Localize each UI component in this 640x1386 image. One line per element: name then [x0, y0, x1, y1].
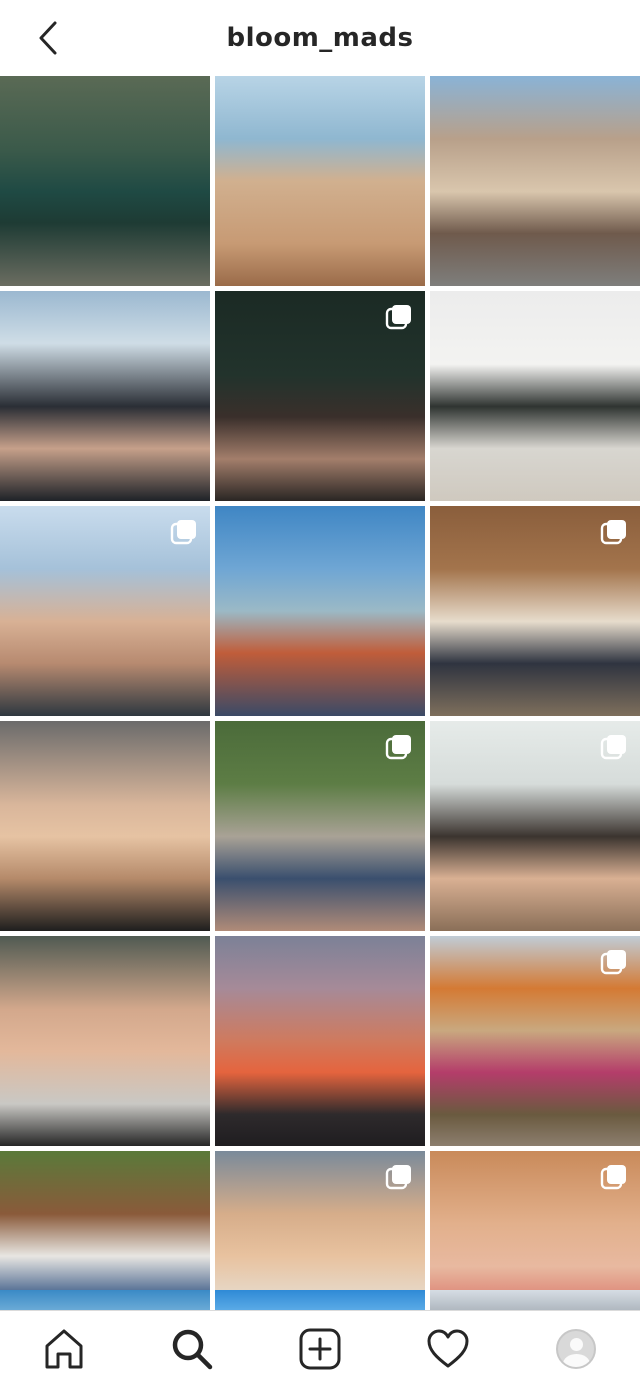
nav-search[interactable]	[160, 1317, 224, 1381]
back-button[interactable]	[28, 18, 68, 58]
search-icon	[172, 1329, 213, 1369]
post-backyard-hug[interactable]	[215, 721, 425, 931]
post-couple-selfie[interactable]	[0, 936, 210, 1146]
post-beach-selfie[interactable]	[0, 506, 210, 716]
multiple-photos-icon	[385, 733, 413, 761]
new-post-icon	[299, 1328, 341, 1369]
post-sunset-sky[interactable]	[215, 936, 425, 1146]
post-waterfall-swim[interactable]	[0, 76, 210, 286]
post-partial-3[interactable]	[430, 1290, 640, 1310]
multiple-photos-icon	[170, 518, 198, 546]
post-family-outdoor[interactable]	[430, 936, 640, 1146]
post-night-friends[interactable]	[215, 291, 425, 501]
nav-home[interactable]	[32, 1317, 96, 1381]
post-family-walk[interactable]	[430, 506, 640, 716]
home-icon	[45, 1329, 83, 1368]
post-partial-1[interactable]	[0, 1290, 210, 1310]
multiple-photos-icon	[600, 518, 628, 546]
post-closeup-pet[interactable]	[430, 721, 640, 931]
post-beach-friends[interactable]	[215, 76, 425, 286]
nav-profile[interactable]	[544, 1317, 608, 1381]
profile-feed-screen: bloom_mads	[0, 0, 640, 1386]
chevron-left-icon	[39, 21, 57, 55]
multiple-photos-icon	[600, 1163, 628, 1191]
post-street-sunny[interactable]	[430, 76, 640, 286]
top-bar: bloom_mads	[0, 0, 640, 76]
nav-activity[interactable]	[416, 1317, 480, 1381]
post-grid-partial-row	[0, 1290, 640, 1310]
profile-avatar	[556, 1328, 596, 1369]
multiple-photos-icon	[385, 303, 413, 331]
post-grid	[0, 76, 640, 1361]
multiple-photos-icon	[600, 948, 628, 976]
page-title: bloom_mads	[226, 23, 414, 53]
post-coffee-shop[interactable]	[430, 291, 640, 501]
post-partial-2[interactable]	[215, 1290, 425, 1310]
multiple-photos-icon	[385, 1163, 413, 1191]
post-winter-couple[interactable]	[0, 291, 210, 501]
heart-icon	[427, 1329, 469, 1367]
post-lake-swimsuit[interactable]	[215, 506, 425, 716]
post-car-selfie[interactable]	[0, 721, 210, 931]
nav-new-post[interactable]	[288, 1317, 352, 1381]
multiple-photos-icon	[600, 733, 628, 761]
bottom-nav	[0, 1310, 640, 1386]
